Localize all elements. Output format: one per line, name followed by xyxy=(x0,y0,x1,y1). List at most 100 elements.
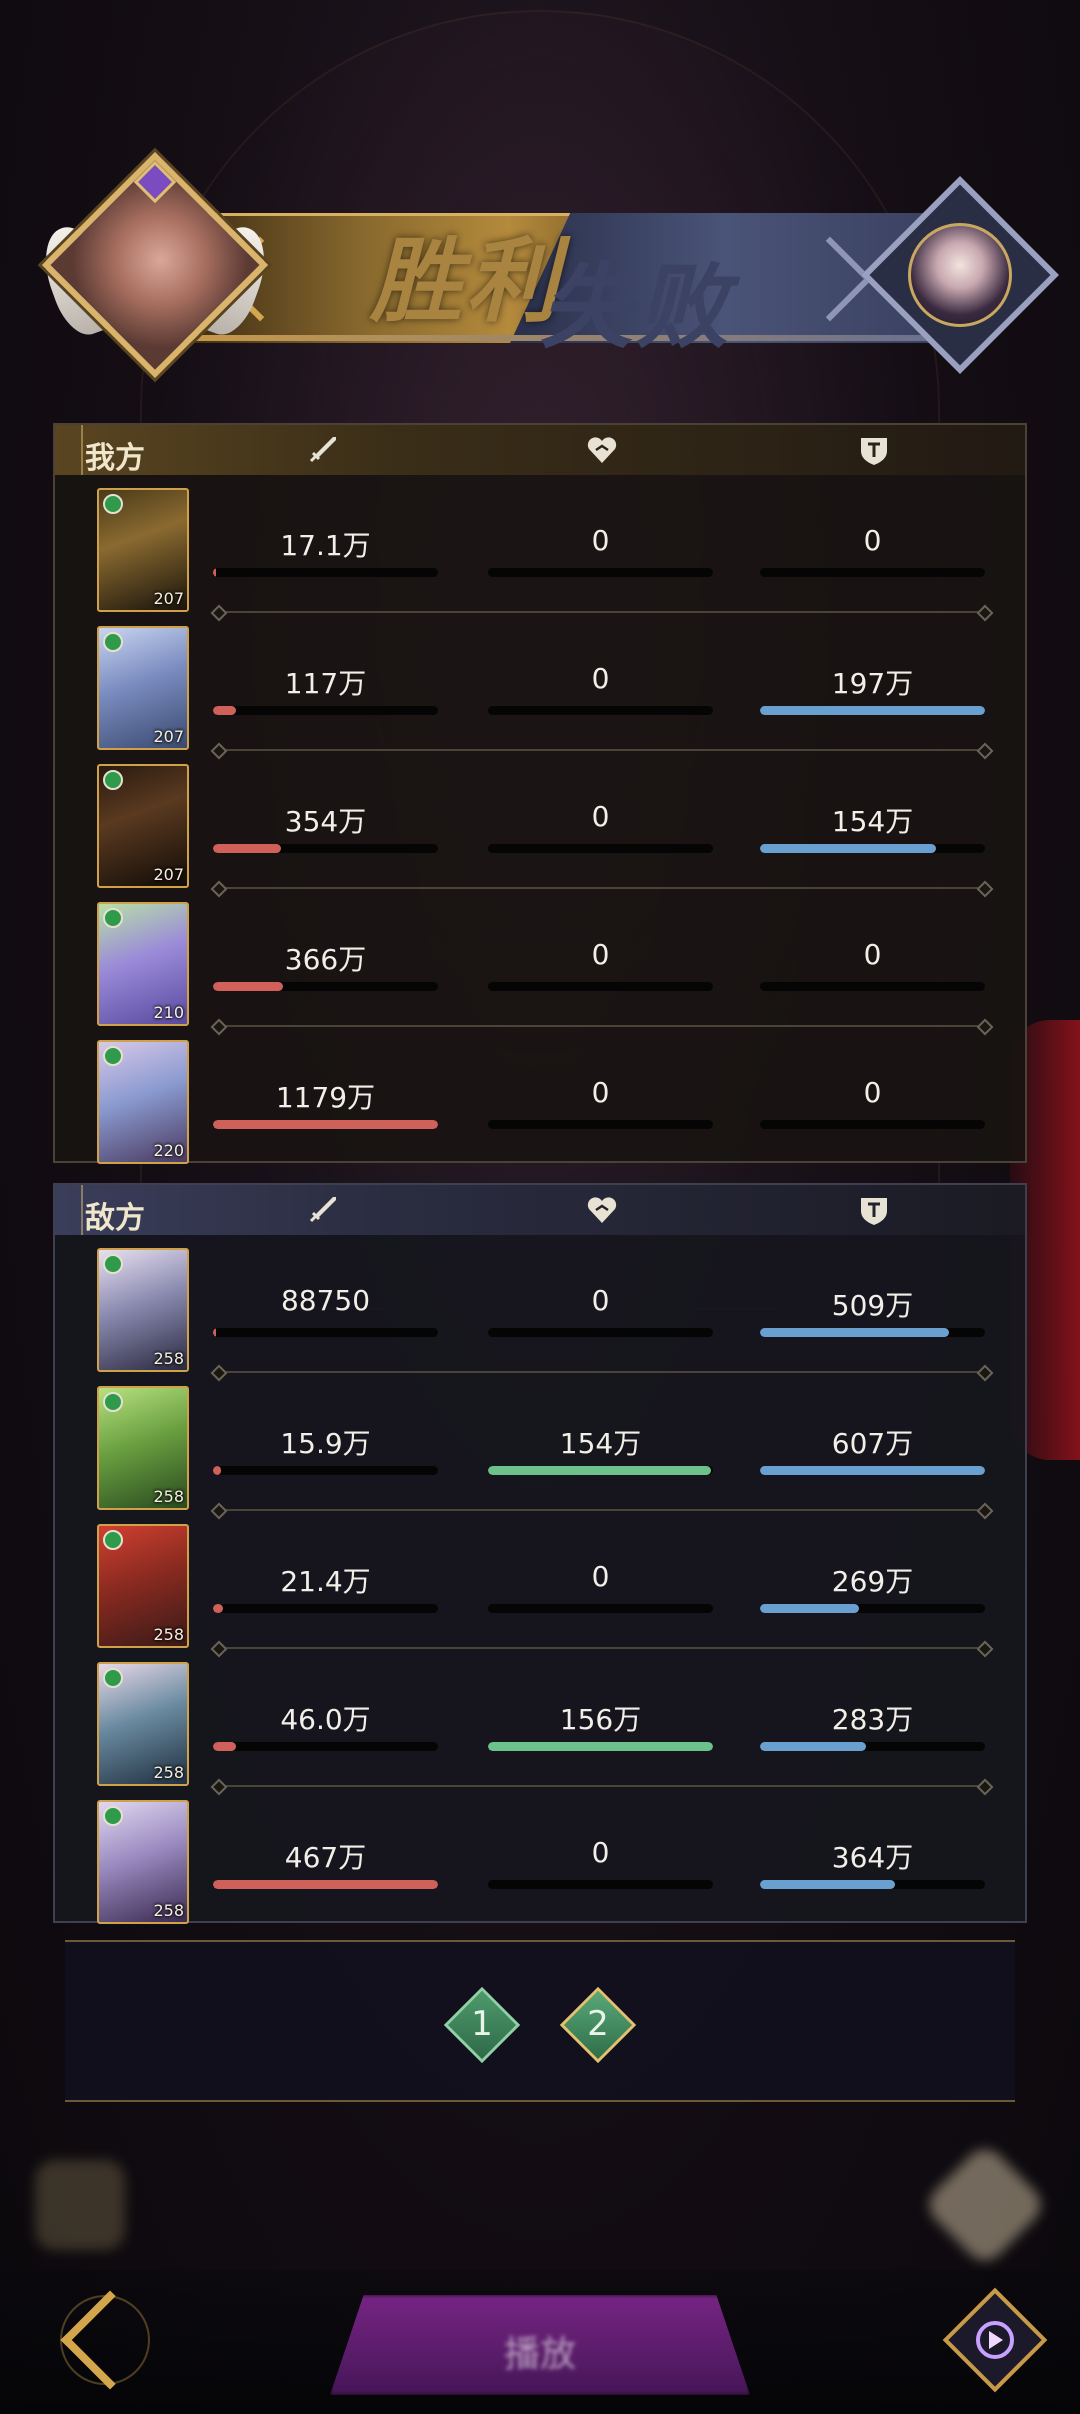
element-icon xyxy=(103,908,123,928)
damage-bar-fill xyxy=(213,1742,236,1751)
damage-bar xyxy=(213,1742,438,1751)
hero-card[interactable]: 207 xyxy=(97,764,189,888)
damage-value: 366万 xyxy=(284,943,367,976)
panel-header: 我方 xyxy=(55,425,1025,476)
page-number: 2 xyxy=(587,2004,609,2044)
heal-bar-fill xyxy=(488,1466,711,1475)
damage-value: 117万 xyxy=(284,667,367,700)
row-divider xyxy=(217,1509,987,1511)
heal-bar xyxy=(488,1466,713,1475)
hero-level: 258 xyxy=(153,1763,184,1782)
enemy-team-panel: 敌方 258 88750 0 509万 258 15.9万 154万 607万 … xyxy=(53,1183,1027,1924)
damage-bar xyxy=(213,1466,438,1475)
damage-bar-fill xyxy=(213,1880,438,1889)
heal-bar-fill xyxy=(488,1742,713,1751)
result-banner: 胜利 失败 xyxy=(30,151,1059,379)
page-1-button[interactable]: 1 xyxy=(443,1986,521,2064)
hero-card[interactable]: 220 xyxy=(97,1040,189,1164)
hero-row: 207 117万 0 197万 xyxy=(55,618,1025,756)
damage-bar-fill xyxy=(213,706,236,715)
defense-bar xyxy=(760,1120,985,1129)
row-divider xyxy=(217,1785,987,1787)
defense-bar xyxy=(760,1466,985,1475)
damage-value: 88750 xyxy=(280,1284,371,1317)
hero-card[interactable]: 258 xyxy=(97,1662,189,1786)
defense-bar-fill xyxy=(760,844,936,853)
hero-card[interactable]: 258 xyxy=(97,1386,189,1510)
element-icon xyxy=(103,1530,123,1550)
replay-label: 播放 xyxy=(503,2334,576,2375)
heal-bar xyxy=(488,1120,713,1129)
defense-bar xyxy=(760,568,985,577)
heal-value: 0 xyxy=(591,662,610,695)
element-icon xyxy=(103,770,123,790)
blurred-icon-right xyxy=(921,2141,1049,2269)
hero-level: 207 xyxy=(153,865,184,884)
damage-value: 46.0万 xyxy=(280,1703,371,1736)
defense-bar xyxy=(760,982,985,991)
hero-card[interactable]: 207 xyxy=(97,626,189,750)
page-2-button[interactable]: 2 xyxy=(559,1986,637,2064)
damage-value: 467万 xyxy=(284,1841,367,1874)
hero-card[interactable]: 207 xyxy=(97,488,189,612)
heal-value: 0 xyxy=(591,1284,610,1317)
hero-card[interactable]: 210 xyxy=(97,902,189,1026)
opponent-avatar[interactable] xyxy=(861,176,1059,374)
element-icon xyxy=(103,1046,123,1066)
defense-value: 154万 xyxy=(831,805,914,838)
heal-bar xyxy=(488,1604,713,1613)
row-divider xyxy=(217,611,987,613)
page-number: 1 xyxy=(471,2004,493,2044)
damage-bar xyxy=(213,568,438,577)
hero-level: 258 xyxy=(153,1625,184,1644)
damage-bar xyxy=(213,1880,438,1889)
hero-level: 220 xyxy=(153,1141,184,1160)
replay-button[interactable]: 播放 xyxy=(330,2295,750,2395)
hero-card[interactable]: 258 xyxy=(97,1524,189,1648)
hero-level: 210 xyxy=(153,1003,184,1022)
hero-level: 207 xyxy=(153,727,184,746)
damage-bar-fill xyxy=(213,1120,438,1129)
our-team-panel: 我方 207 17.1万 0 0 207 117万 0 197万 207 354… xyxy=(53,423,1027,1164)
hero-row: 258 88750 0 509万 xyxy=(55,1240,1025,1378)
hero-level: 258 xyxy=(153,1487,184,1506)
defense-bar xyxy=(760,706,985,715)
hero-row: 258 21.4万 0 269万 xyxy=(55,1516,1025,1654)
video-replay-button[interactable] xyxy=(940,2285,1050,2395)
heart-icon xyxy=(587,1197,617,1223)
defense-bar-fill xyxy=(760,706,985,715)
heal-value: 0 xyxy=(591,1560,610,1593)
damage-bar-fill xyxy=(213,568,217,577)
defense-bar xyxy=(760,1742,985,1751)
hero-card[interactable]: 258 xyxy=(97,1800,189,1924)
damage-value: 354万 xyxy=(284,805,367,838)
hero-row: 207 354万 0 154万 xyxy=(55,756,1025,894)
row-divider xyxy=(217,1371,987,1373)
element-icon xyxy=(103,1668,123,1688)
heal-value: 0 xyxy=(591,938,610,971)
hero-level: 258 xyxy=(153,1901,184,1920)
damage-value: 21.4万 xyxy=(280,1565,371,1598)
element-icon xyxy=(103,1392,123,1412)
heal-value: 156万 xyxy=(559,1703,642,1736)
damage-value: 17.1万 xyxy=(280,529,371,562)
hero-card[interactable]: 258 xyxy=(97,1248,189,1372)
defense-bar-fill xyxy=(760,1880,895,1889)
defense-value: 364万 xyxy=(831,1841,914,1874)
heal-value: 154万 xyxy=(559,1427,642,1460)
play-icon xyxy=(989,2331,1003,2349)
opponent-portrait xyxy=(908,223,1012,327)
damage-value: 15.9万 xyxy=(280,1427,371,1460)
player-avatar[interactable] xyxy=(32,151,278,379)
shield-icon xyxy=(861,1198,887,1225)
defense-value: 0 xyxy=(863,938,882,971)
defense-value: 283万 xyxy=(831,1703,914,1736)
page-selector-area xyxy=(65,1940,1015,2102)
heal-bar xyxy=(488,706,713,715)
hero-row: 220 1179万 0 0 xyxy=(55,1032,1025,1170)
heal-bar xyxy=(488,982,713,991)
back-button[interactable] xyxy=(40,2285,160,2395)
corner-mark xyxy=(55,425,83,475)
damage-bar xyxy=(213,1328,438,1337)
damage-bar xyxy=(213,982,438,991)
